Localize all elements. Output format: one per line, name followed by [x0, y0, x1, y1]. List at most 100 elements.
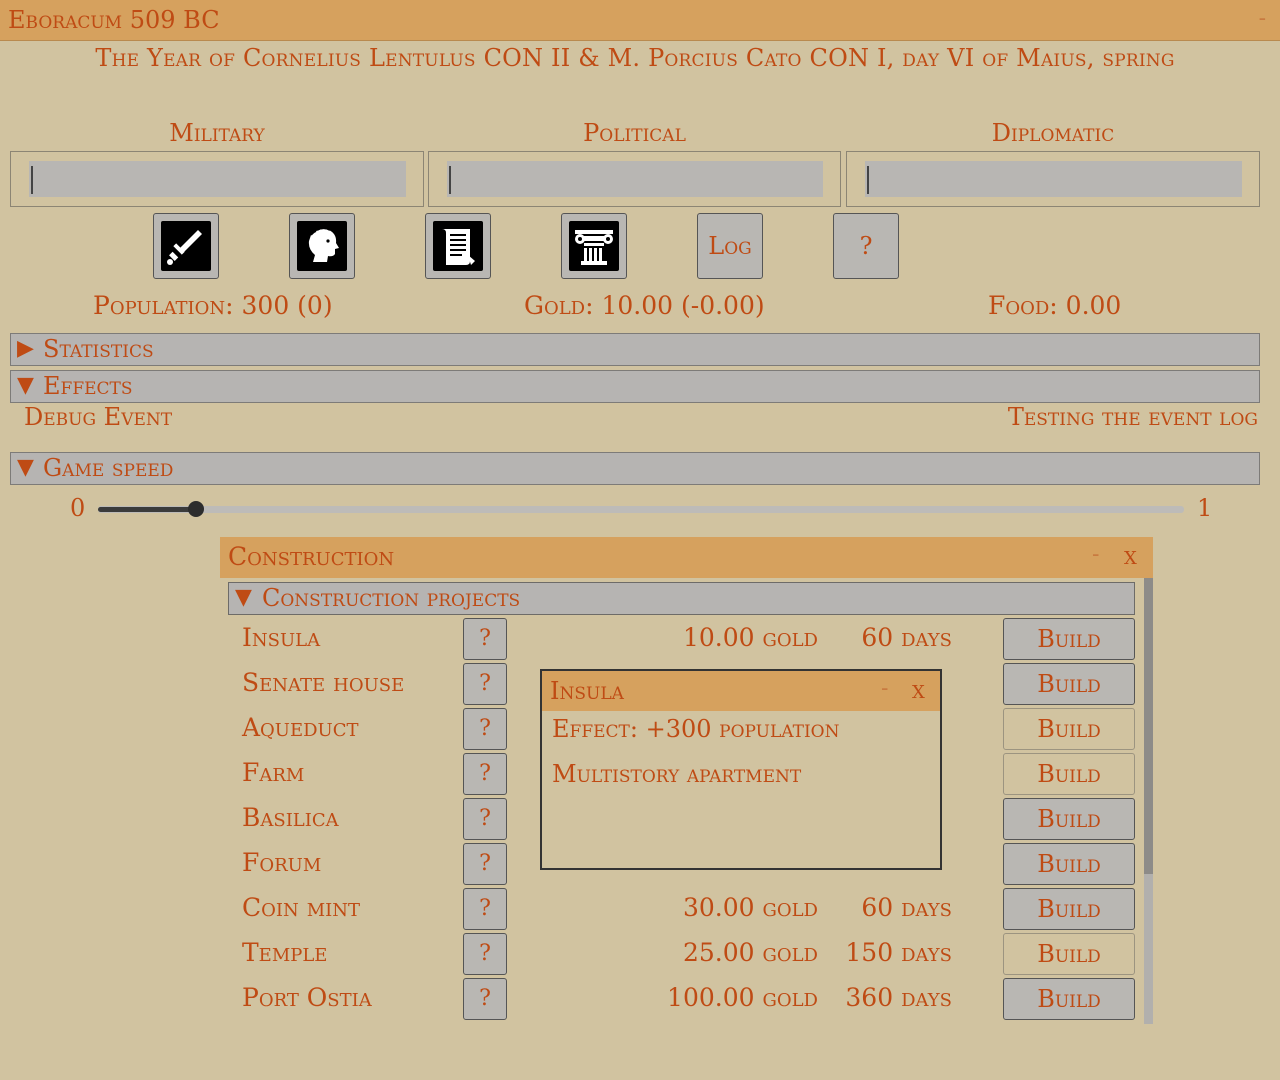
political-bar	[428, 151, 841, 207]
construction-button[interactable]	[561, 213, 627, 279]
project-info-button[interactable]: ?	[463, 888, 507, 930]
build-button[interactable]: Build	[1003, 933, 1135, 975]
build-button[interactable]: Build	[1003, 798, 1135, 840]
project-duration: 60 days	[861, 893, 952, 922]
project-name: Coin mint	[242, 893, 360, 922]
effects-section-label: Effects	[43, 372, 133, 400]
log-button[interactable]: Log	[697, 213, 763, 279]
construction-minimize-button[interactable]: -	[1092, 542, 1099, 567]
collapse-arrow-icon: ▼	[235, 585, 252, 610]
gold-stat: Gold: 10.00 (-0.00)	[524, 291, 765, 320]
project-row: Port Ostia ? 100.00 gold 360 days Build	[220, 978, 1153, 1023]
military-bar	[10, 151, 424, 207]
info-window-close-button[interactable]: x	[912, 675, 925, 704]
game-speed-min-label: 0	[70, 494, 86, 522]
info-description-text: Multistory apartment	[552, 760, 802, 788]
statistics-section-header[interactable]: ▶ Statistics	[10, 333, 1260, 366]
game-speed-slider-handle[interactable]	[188, 501, 204, 517]
project-name: Aqueduct	[242, 713, 359, 742]
project-cost: 30.00 gold	[682, 893, 818, 922]
project-row: Coin mint ? 30.00 gold 60 days Build	[220, 888, 1153, 933]
expand-arrow-icon: ▶	[17, 336, 34, 361]
game-speed-slider-track[interactable]	[98, 506, 1184, 513]
diplomatic-bar	[846, 151, 1260, 207]
window-titlebar[interactable]: Eboracum 509 BC -	[0, 0, 1280, 41]
collapse-arrow-icon: ▼	[17, 373, 34, 398]
construction-scrollbar-thumb[interactable]	[1144, 578, 1153, 874]
project-name: Temple	[242, 938, 328, 967]
project-name: Farm	[242, 758, 305, 787]
project-info-button[interactable]: ?	[463, 978, 507, 1020]
project-info-button[interactable]: ?	[463, 708, 507, 750]
construction-projects-label: Construction projects	[262, 584, 521, 612]
collapse-arrow-icon: ▼	[17, 455, 34, 480]
build-button[interactable]: Build	[1003, 843, 1135, 885]
construction-scrollbar[interactable]	[1144, 578, 1153, 1024]
project-duration: 360 days	[845, 983, 952, 1012]
game-speed-section-header[interactable]: ▼ Game speed	[10, 452, 1260, 485]
build-button[interactable]: Build	[1003, 618, 1135, 660]
build-button[interactable]: Build	[1003, 663, 1135, 705]
project-info-button[interactable]: ?	[463, 933, 507, 975]
info-window-titlebar[interactable]: Insula - x	[542, 671, 940, 711]
political-bar-track	[447, 161, 823, 197]
effect-name: Debug Event	[24, 403, 173, 431]
project-name: Basilica	[242, 803, 339, 832]
project-info-window: Insula - x Effect: +300 population Multi…	[540, 669, 942, 870]
info-window-minimize-button[interactable]: -	[881, 676, 888, 701]
food-stat: Food: 0.00	[988, 291, 1122, 320]
project-name: Forum	[242, 848, 322, 877]
scroll-icon	[433, 221, 483, 271]
project-name: Senate house	[242, 668, 405, 697]
construction-titlebar[interactable]: Construction - x	[220, 537, 1153, 578]
laurel-head-icon	[297, 221, 347, 271]
year-line: The Year of Cornelius Lentulus CON II & …	[95, 44, 1175, 72]
effect-description: Testing the event log	[1007, 403, 1258, 431]
window-title: Eboracum 509 BC	[8, 6, 220, 34]
project-info-button[interactable]: ?	[463, 663, 507, 705]
diplomatic-button[interactable]	[425, 213, 491, 279]
project-name: Insula	[242, 623, 321, 652]
project-cost: 25.00 gold	[682, 938, 818, 967]
build-button[interactable]: Build	[1003, 978, 1135, 1020]
project-info-button[interactable]: ?	[463, 843, 507, 885]
project-info-button[interactable]: ?	[463, 753, 507, 795]
project-cost: 100.00 gold	[667, 983, 818, 1012]
political-bar-marker	[449, 166, 451, 194]
political-label: Political	[583, 119, 686, 147]
diplomatic-label: Diplomatic	[991, 119, 1115, 147]
construction-title: Construction	[228, 542, 395, 571]
military-button[interactable]	[153, 213, 219, 279]
project-info-button[interactable]: ?	[463, 618, 507, 660]
construction-projects-header[interactable]: ▼ Construction projects	[228, 582, 1135, 615]
game-speed-slider-fill	[98, 507, 196, 512]
build-button[interactable]: Build	[1003, 708, 1135, 750]
project-cost: 10.00 gold	[682, 623, 818, 652]
info-window-title: Insula	[550, 677, 624, 705]
game-speed-section-label: Game speed	[43, 454, 174, 482]
project-row: Insula ? 10.00 gold 60 days Build	[220, 618, 1153, 663]
military-bar-track	[29, 161, 406, 197]
game-speed-max-label: 1	[1197, 494, 1213, 522]
population-stat: Population: 300 (0)	[93, 291, 333, 320]
diplomatic-bar-marker	[867, 166, 869, 194]
project-duration: 60 days	[861, 623, 952, 652]
statistics-section-label: Statistics	[43, 335, 154, 363]
minimize-button[interactable]: -	[1259, 6, 1266, 31]
military-label: Military	[169, 119, 265, 147]
military-bar-marker	[31, 166, 33, 194]
project-duration: 150 days	[845, 938, 952, 967]
build-button[interactable]: Build	[1003, 888, 1135, 930]
construction-close-button[interactable]: x	[1124, 541, 1137, 570]
info-effect-text: Effect: +300 population	[552, 715, 840, 743]
political-button[interactable]	[289, 213, 355, 279]
project-info-button[interactable]: ?	[463, 798, 507, 840]
effects-section-header[interactable]: ▼ Effects	[10, 370, 1260, 403]
column-icon	[569, 221, 619, 271]
diplomatic-bar-track	[865, 161, 1242, 197]
build-button[interactable]: Build	[1003, 753, 1135, 795]
project-name: Port Ostia	[242, 983, 372, 1012]
project-row: Temple ? 25.00 gold 150 days Build	[220, 933, 1153, 978]
help-button[interactable]: ?	[833, 213, 899, 279]
sword-icon	[161, 221, 211, 271]
